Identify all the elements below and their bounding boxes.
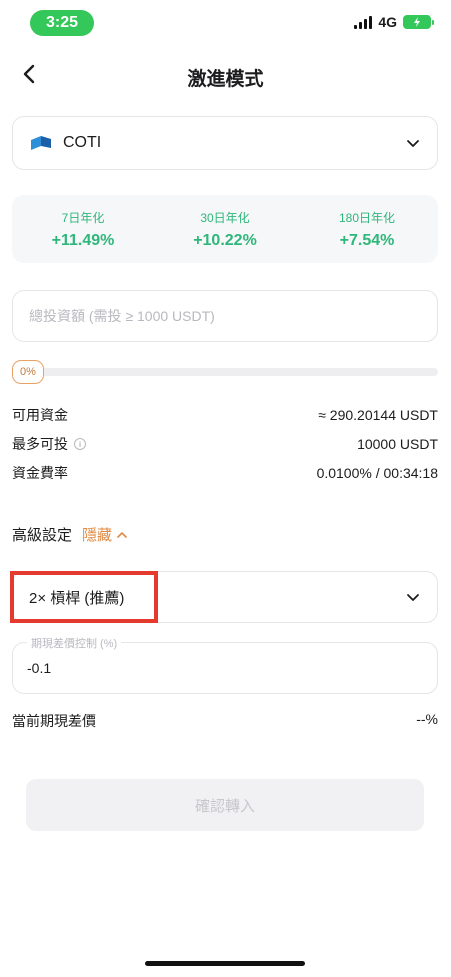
network-type: 4G — [378, 14, 397, 30]
leverage-label: 2× 槓桿 (推薦) — [29, 589, 125, 607]
coin-name: COTI — [63, 134, 102, 151]
advanced-label: 高級設定 — [12, 527, 73, 544]
yield-30d: 30日年化 +10.22% — [155, 209, 296, 250]
current-spread-label: 當前期現差價 — [12, 713, 96, 729]
status-time: 3:25 — [30, 10, 94, 36]
battery-charging-icon — [403, 15, 434, 29]
confirm-transfer-button[interactable]: 確認轉入 — [26, 779, 424, 831]
spread-control-legend: 期現差價控制 (%) — [27, 635, 122, 651]
home-indicator — [145, 961, 305, 966]
chevron-down-icon — [407, 594, 419, 601]
info-row-available: 可用資金 ≈ 290.20144 USDT — [12, 405, 438, 425]
current-spread-value: --% — [416, 711, 438, 727]
yield-180d: 180日年化 +7.54% — [297, 209, 438, 250]
info-icon[interactable]: i — [74, 438, 86, 450]
yield-summary: 7日年化 +11.49% 30日年化 +10.22% 180日年化 +7.54% — [12, 195, 438, 263]
status-bar: 3:25 4G — [0, 8, 451, 38]
coin-selector[interactable]: COTI — [12, 116, 438, 170]
header: 激進模式 — [0, 58, 451, 94]
spread-control-field: 期現差價控制 (%) — [12, 635, 438, 694]
info-value: 10000 USDT — [357, 436, 438, 452]
info-row-max-invest: 最多可投 i 10000 USDT — [12, 434, 438, 454]
advanced-settings: 高級設定 隱藏 — [12, 524, 128, 545]
yield-value: +7.54% — [339, 231, 395, 249]
advanced-toggle[interactable]: 隱藏 — [82, 524, 128, 545]
yield-value: +11.49% — [51, 231, 115, 249]
chevron-up-icon — [117, 531, 127, 538]
page-title: 激進模式 — [187, 69, 264, 90]
info-label: 可用資金 — [12, 407, 68, 423]
invest-amount-input[interactable] — [12, 290, 438, 342]
current-spread-row: 當前期現差價 --% — [12, 711, 438, 731]
slider-track[interactable] — [12, 368, 438, 376]
yield-label: 180日年化 — [338, 210, 395, 225]
advanced-toggle-label: 隱藏 — [82, 527, 113, 544]
info-label: 最多可投 — [12, 436, 68, 452]
invest-percent-slider[interactable]: 0% — [12, 358, 438, 386]
yield-label: 30日年化 — [200, 210, 250, 225]
coti-logo-icon — [31, 136, 51, 150]
info-label-wrap: 最多可投 i — [12, 434, 86, 454]
chevron-down-icon — [407, 140, 419, 147]
status-indicators: 4G — [354, 14, 434, 30]
slider-thumb[interactable]: 0% — [12, 360, 44, 384]
info-row-funding-rate: 資金費率 0.0100% / 00:34:18 — [12, 463, 438, 483]
yield-value: +10.22% — [193, 231, 257, 249]
info-value: 0.0100% / 00:34:18 — [316, 465, 438, 481]
info-label: 資金費率 — [12, 465, 68, 481]
info-value: ≈ 290.20144 USDT — [318, 407, 438, 423]
leverage-selector[interactable]: 2× 槓桿 (推薦) — [12, 571, 438, 623]
yield-label: 7日年化 — [61, 210, 105, 225]
signal-icon — [354, 15, 373, 29]
yield-7d: 7日年化 +11.49% — [13, 209, 154, 250]
